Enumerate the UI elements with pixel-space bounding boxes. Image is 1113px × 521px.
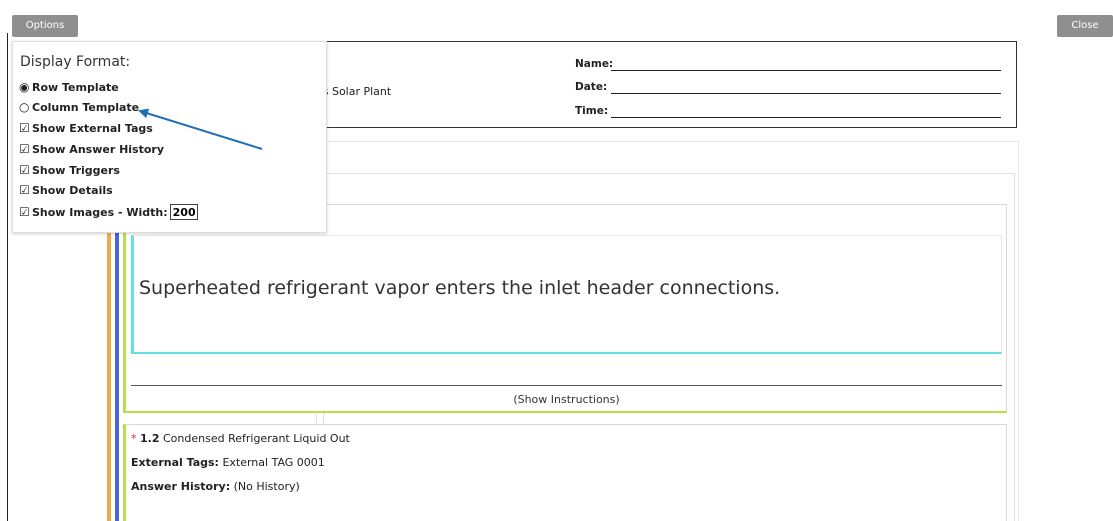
annotation-arrow-icon xyxy=(138,108,263,150)
